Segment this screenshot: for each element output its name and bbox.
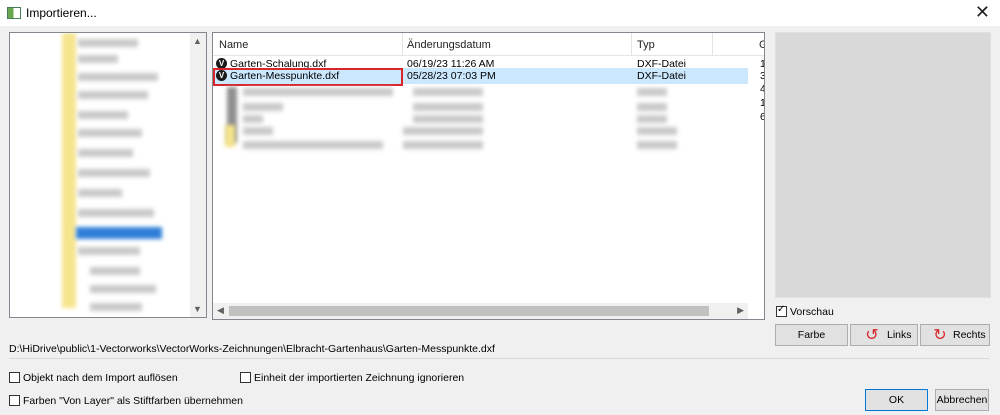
- file-size: 3: [760, 70, 764, 82]
- file-date: 05/28/23 07:03 PM: [407, 70, 496, 82]
- file-list[interactable]: Name Änderungsdatum Typ G V Garten-Schal…: [212, 32, 765, 320]
- ok-button[interactable]: OK: [865, 389, 928, 411]
- ignore-unit-label: Einheit der importierten Zeichnung ignor…: [254, 372, 465, 384]
- tree-item[interactable]: [78, 169, 150, 177]
- cancel-button[interactable]: Abbrechen: [935, 389, 989, 411]
- scroll-right-icon[interactable]: ▶: [737, 305, 744, 316]
- file-size: 6: [760, 111, 764, 123]
- column-type[interactable]: Typ: [637, 39, 655, 51]
- tree-item[interactable]: [78, 149, 133, 157]
- rotate-right-icon: ↻: [933, 325, 947, 344]
- folder-tree[interactable]: ▲ ▼: [9, 32, 207, 318]
- file-type: DXF-Datei: [637, 70, 687, 82]
- ignore-unit-checkbox[interactable]: [240, 372, 251, 383]
- column-size[interactable]: G: [759, 39, 764, 51]
- file-row[interactable]: [243, 127, 273, 135]
- file-row[interactable]: [413, 88, 483, 96]
- scroll-down-icon[interactable]: ▼: [193, 304, 202, 314]
- ok-label: OK: [888, 394, 905, 406]
- tree-item[interactable]: [78, 111, 128, 119]
- tree-folder-icons: [62, 33, 76, 308]
- preview-checkbox[interactable]: [776, 304, 787, 317]
- close-icon[interactable]: ✕: [975, 2, 990, 23]
- preview-pane: [775, 32, 991, 298]
- rotate-right-label: Rechts: [953, 329, 986, 341]
- tree-item[interactable]: [90, 267, 140, 275]
- window-title: Importieren...: [26, 6, 97, 20]
- rotate-left-icon: ↺: [865, 325, 879, 344]
- file-row[interactable]: [637, 141, 677, 149]
- file-row[interactable]: [243, 88, 393, 96]
- rotate-left-button[interactable]: ↺ Links: [850, 324, 918, 346]
- dissolve-checkbox[interactable]: [9, 372, 20, 383]
- divider: [9, 358, 989, 359]
- folder-icons-blurred: [225, 125, 235, 147]
- tree-item[interactable]: [78, 55, 118, 63]
- file-size: 4: [760, 83, 764, 95]
- color-button[interactable]: Farbe: [775, 324, 848, 346]
- app-icon: [7, 7, 21, 19]
- tree-item[interactable]: [78, 73, 158, 81]
- file-size: 1: [760, 58, 764, 70]
- horizontal-scrollbar[interactable]: ◀ ▶: [213, 303, 748, 319]
- preview-label: Vorschau: [790, 306, 834, 318]
- file-name: Garten-Messpunkte.dxf: [230, 70, 340, 82]
- file-row[interactable]: [243, 103, 283, 111]
- tree-item[interactable]: [90, 303, 142, 311]
- title-bar: Importieren... ✕: [0, 0, 1000, 26]
- file-row[interactable]: [637, 103, 667, 111]
- scroll-thumb[interactable]: [229, 306, 709, 316]
- dissolve-label: Objekt nach dem Import auflösen: [23, 372, 178, 384]
- file-row[interactable]: [637, 127, 677, 135]
- vectorworks-file-icon: V: [216, 70, 227, 81]
- cancel-label: Abbrechen: [936, 394, 988, 406]
- scroll-up-icon[interactable]: ▲: [193, 36, 202, 46]
- tree-item[interactable]: [78, 247, 140, 255]
- file-row[interactable]: [403, 127, 483, 135]
- column-name[interactable]: Name: [219, 39, 248, 51]
- tree-item[interactable]: [78, 91, 148, 99]
- file-size: 1: [760, 97, 764, 109]
- tree-item[interactable]: [78, 209, 154, 217]
- file-row[interactable]: [637, 115, 667, 123]
- file-path: D:\HiDrive\public\1-Vectorworks\VectorWo…: [9, 343, 495, 355]
- rotate-left-label: Links: [887, 329, 912, 341]
- file-row[interactable]: [403, 141, 483, 149]
- tree-item[interactable]: [78, 129, 142, 137]
- column-date[interactable]: Änderungsdatum: [407, 39, 491, 51]
- tree-item[interactable]: [78, 39, 138, 47]
- file-row[interactable]: [637, 88, 667, 96]
- file-row[interactable]: [243, 115, 263, 123]
- tree-scrollbar[interactable]: ▲ ▼: [190, 33, 206, 317]
- file-row[interactable]: [413, 115, 483, 123]
- tree-item[interactable]: [90, 285, 156, 293]
- rotate-right-button[interactable]: ↻ Rechts: [920, 324, 990, 346]
- tree-item-selected[interactable]: [76, 227, 162, 239]
- file-row[interactable]: [413, 103, 483, 111]
- tree-item[interactable]: [78, 189, 122, 197]
- color-button-label: Farbe: [797, 329, 826, 341]
- scroll-left-icon[interactable]: ◀: [217, 305, 224, 316]
- file-list-header: Name Änderungsdatum Typ G: [213, 33, 764, 56]
- layer-colors-checkbox[interactable]: [9, 395, 20, 406]
- layer-colors-label: Farben "Von Layer" als Stiftfarben übern…: [23, 395, 243, 407]
- file-row[interactable]: [243, 141, 383, 149]
- file-row-selected[interactable]: V Garten-Messpunkte.dxf 05/28/23 07:03 P…: [213, 68, 764, 86]
